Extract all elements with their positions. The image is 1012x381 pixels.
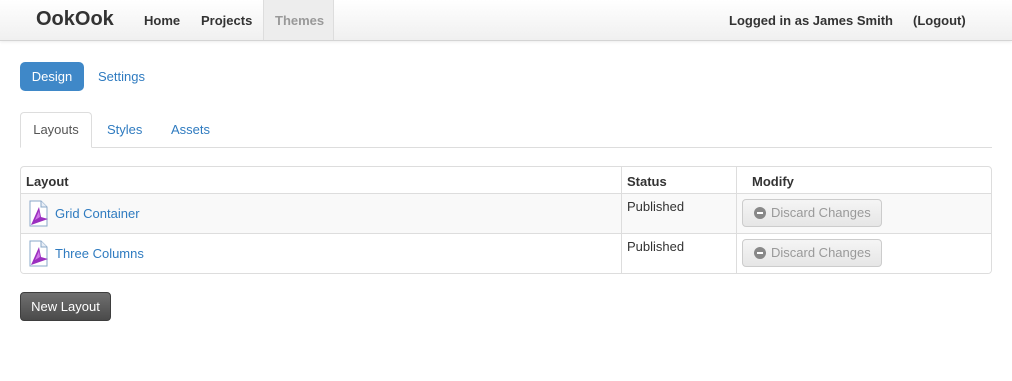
tab-styles[interactable]: Styles bbox=[107, 121, 142, 138]
table-row: Three Columns Published Discard Changes bbox=[21, 233, 991, 273]
brand[interactable]: OokOok bbox=[36, 7, 114, 31]
discard-label: Discard Changes bbox=[771, 245, 871, 260]
minus-circle-icon bbox=[754, 247, 766, 259]
nav-themes-active[interactable]: Themes bbox=[263, 0, 334, 40]
status-text: Published bbox=[627, 239, 685, 254]
login-info: Logged in as James Smith bbox=[729, 13, 893, 28]
header-status: Status bbox=[627, 174, 667, 189]
tab-assets[interactable]: Assets bbox=[171, 121, 210, 138]
column-divider bbox=[621, 167, 622, 273]
logout-link[interactable]: (Logout) bbox=[913, 12, 966, 29]
status-text: Published bbox=[627, 199, 685, 214]
layout-link[interactable]: Grid Container bbox=[55, 205, 140, 222]
nav-projects[interactable]: Projects bbox=[201, 12, 252, 29]
navbar: OokOok Home Projects Themes Logged in as… bbox=[0, 0, 1012, 41]
discard-changes-button[interactable]: Discard Changes bbox=[742, 199, 882, 227]
tabs-divider bbox=[20, 147, 992, 148]
header-layout: Layout bbox=[26, 174, 69, 189]
nav-themes[interactable]: Themes bbox=[275, 12, 324, 29]
minus-circle-icon bbox=[754, 207, 766, 219]
column-divider bbox=[736, 167, 737, 273]
layouts-table: Layout Status Modify Grid Container Publ… bbox=[20, 166, 992, 274]
layout-link[interactable]: Three Columns bbox=[55, 245, 144, 262]
discard-label: Discard Changes bbox=[771, 205, 871, 220]
discard-changes-button[interactable]: Discard Changes bbox=[742, 239, 882, 267]
pill-settings[interactable]: Settings bbox=[98, 68, 145, 85]
pill-design[interactable]: Design bbox=[20, 62, 84, 91]
tab-layouts[interactable]: Layouts bbox=[20, 112, 92, 148]
header-modify: Modify bbox=[752, 174, 794, 189]
layout-file-icon bbox=[29, 200, 48, 227]
nav-home[interactable]: Home bbox=[144, 12, 180, 29]
new-layout-button[interactable]: New Layout bbox=[20, 292, 111, 321]
table-row: Grid Container Published Discard Changes bbox=[21, 193, 991, 233]
layout-file-icon bbox=[29, 240, 48, 267]
